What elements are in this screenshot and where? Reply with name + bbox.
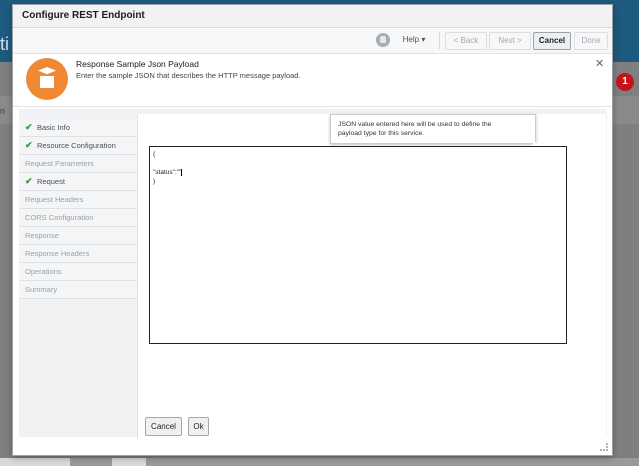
editor-line: } — [153, 178, 156, 185]
help-button[interactable]: Help ▾ — [396, 32, 432, 48]
payload-tooltip: JSON value entered here will be used to … — [330, 114, 536, 144]
step-title: Response Sample Json Payload — [76, 59, 199, 69]
wizard-step-response[interactable]: Response — [19, 227, 137, 245]
wizard-step-label: Summary — [25, 285, 58, 294]
wizard-step-label: Response — [25, 231, 59, 240]
wizard-toolbar: Help ▾ < Back Next > Cancel Done — [13, 28, 612, 54]
wizard-step-label: CORS Configuration — [25, 213, 94, 222]
wizard-step-request-headers[interactable]: Request Headers — [19, 191, 137, 209]
background-left-label: n — [0, 106, 6, 116]
response-payload-icon — [26, 58, 68, 100]
tooltip-line-1: JSON value entered here will be used to … — [338, 121, 492, 128]
wizard-step-request-parameters[interactable]: Request Parameters — [19, 155, 137, 173]
json-payload-editor[interactable]: { "status":"" } — [149, 146, 567, 344]
done-button[interactable]: Done — [574, 32, 608, 50]
step-info-header: Response Sample Json Payload Enter the s… — [13, 54, 612, 107]
dialog-title: Configure REST Endpoint — [22, 10, 145, 21]
text-cursor — [181, 169, 183, 176]
wizard-content: ✔ Basic Info ✔ Resource Configuration Reques… — [19, 109, 607, 439]
back-button[interactable]: < Back — [445, 32, 487, 50]
wizard-step-request[interactable]: ✔ Request — [19, 173, 137, 191]
wizard-step-label: Basic Info — [37, 123, 70, 132]
background-app-title: ti — [0, 34, 9, 54]
payload-panel: JSON value entered here will be used to … — [137, 114, 606, 439]
user-icon — [376, 33, 390, 47]
wizard-step-label: Resource Configuration — [37, 141, 116, 150]
configure-rest-endpoint-dialog: Configure REST Endpoint Help ▾ < Back Ne… — [12, 4, 613, 456]
notification-badge[interactable]: 1 — [616, 73, 634, 91]
close-icon[interactable]: ✕ — [595, 57, 604, 70]
wizard-step-label: Request Headers — [25, 195, 84, 204]
editor-line: "status":"" — [153, 169, 183, 177]
wizard-step-summary[interactable]: Summary — [19, 281, 137, 299]
wizard-step-label: Request — [37, 177, 65, 186]
checkmark-icon: ✔ — [25, 176, 33, 186]
resize-handle[interactable] — [600, 443, 608, 451]
wizard-step-label: Response Headers — [25, 249, 90, 258]
tooltip-line-2: payload type for this service. — [338, 130, 425, 137]
toolbar-divider — [439, 32, 440, 49]
step-description: Enter the sample JSON that describes the… — [76, 71, 301, 80]
cancel-button[interactable]: Cancel — [145, 417, 182, 436]
wizard-step-list: ✔ Basic Info ✔ Resource Configuration Reques… — [19, 119, 137, 299]
background-bottom-bar — [0, 458, 639, 466]
wizard-step-resource-configuration[interactable]: ✔ Resource Configuration — [19, 137, 137, 155]
next-button[interactable]: Next > — [489, 32, 531, 50]
checkmark-icon: ✔ — [25, 122, 33, 132]
wizard-step-cors-configuration[interactable]: CORS Configuration — [19, 209, 137, 227]
wizard-step-response-headers[interactable]: Response Headers — [19, 245, 137, 263]
wizard-step-label: Request Parameters — [25, 159, 94, 168]
editor-line: { — [153, 151, 156, 158]
wizard-step-label: Operations — [25, 267, 62, 276]
checkmark-icon: ✔ — [25, 140, 33, 150]
wizard-step-basic-info[interactable]: ✔ Basic Info — [19, 119, 137, 137]
ok-button[interactable]: Ok — [188, 417, 209, 436]
wizard-step-operations[interactable]: Operations — [19, 263, 137, 281]
toolbar-cancel-button[interactable]: Cancel — [533, 32, 571, 50]
dialog-title-bar: Configure REST Endpoint — [13, 5, 612, 28]
